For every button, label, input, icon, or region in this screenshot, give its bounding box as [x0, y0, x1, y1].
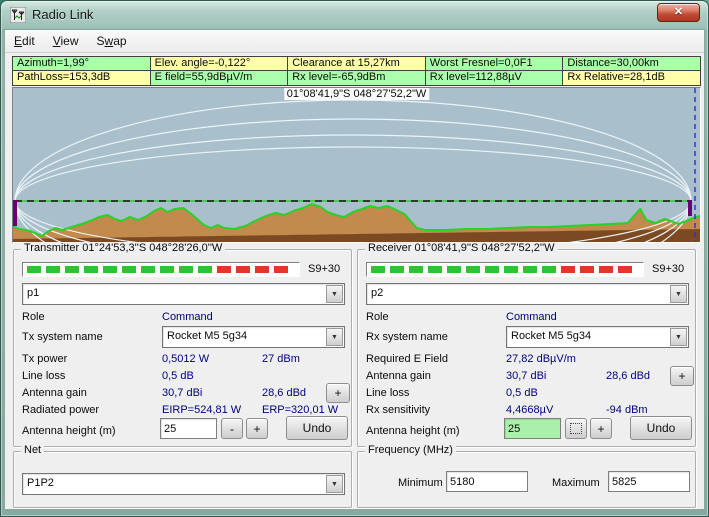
rx-unit-value: p2 — [371, 287, 383, 299]
terrain-profile-svg — [13, 88, 700, 242]
close-icon: ✕ — [674, 6, 683, 18]
tx-gain-dbd: 28,6 dBd — [262, 387, 306, 399]
tx-height-plus-button[interactable]: + — [246, 418, 268, 439]
rx-sensitivity-uv: 4,4668µV — [506, 404, 553, 416]
status-cell: Distance=30,00km — [563, 57, 700, 71]
status-strip: Azimuth=1,99°Elev. angle=-0,122°Clearanc… — [12, 56, 701, 86]
cursor-coordinates-label: 01°08'41,9"S 048°27'52,2"W — [284, 88, 429, 100]
tx-system-label: Tx system name — [22, 331, 103, 343]
rx-sensitivity-label: Rx sensitivity — [366, 404, 430, 416]
rx-lineloss-value: 0,5 dB — [506, 387, 538, 399]
chevron-down-icon[interactable]: ▼ — [326, 475, 343, 493]
tx-height-input[interactable] — [160, 418, 217, 439]
frequency-group: Frequency (MHz) Minimum Maximum — [357, 451, 696, 508]
rx-height-label: Antenna height (m) — [366, 425, 460, 437]
menu-item-view[interactable]: View — [44, 30, 88, 51]
client-area: EditViewSwap Azimuth=1,99°Elev. angle=-0… — [4, 29, 705, 510]
rx-gain-plus-button[interactable]: + — [670, 366, 694, 386]
frequency-min-input[interactable] — [446, 471, 528, 492]
status-cell: Worst Fresnel=0,0F1 — [426, 57, 564, 71]
rx-gain-dbi: 30,7 dBi — [506, 370, 546, 382]
rx-efield-label: Required E Field — [366, 353, 448, 365]
tx-gain-plus-button[interactable]: + — [326, 383, 350, 403]
radio-link-window: Radio Link ✕ EditViewSwap Azimuth=1,99°E… — [0, 0, 709, 517]
chevron-down-icon[interactable]: ▼ — [670, 285, 687, 303]
chevron-down-icon[interactable]: ▼ — [670, 328, 687, 346]
tx-smeter-label: S9+30 — [308, 263, 340, 275]
net-group-title: Net — [21, 444, 44, 456]
status-cell: Rx level=112,88µV — [426, 71, 564, 85]
tx-role-label: Role — [22, 311, 45, 323]
rx-height-minus-button[interactable] — [565, 418, 587, 439]
tx-system-value: Rocket M5 5g34 — [167, 330, 247, 342]
tx-erp-value: ERP=320,01 W — [262, 404, 338, 416]
rx-gain-dbd: 28,6 dBd — [606, 370, 650, 382]
chevron-down-icon[interactable]: ▼ — [326, 285, 343, 303]
frequency-group-title: Frequency (MHz) — [365, 444, 456, 456]
titlebar[interactable]: Radio Link ✕ — [1, 1, 708, 29]
rx-system-label: Rx system name — [366, 331, 448, 343]
tx-radiated-label: Radiated power — [22, 404, 99, 416]
rx-system-combo[interactable]: Rocket M5 5g34 ▼ — [506, 326, 689, 348]
tx-height-minus-button[interactable]: - — [221, 418, 243, 439]
rx-height-plus-button[interactable]: + — [590, 418, 612, 439]
net-value: P1P2 — [27, 477, 54, 489]
rx-role-label: Role — [366, 311, 389, 323]
status-cell: Rx level=-65,9dBm — [288, 71, 426, 85]
rx-height-input[interactable] — [504, 418, 561, 439]
tx-unit-combo[interactable]: p1 ▼ — [22, 283, 345, 305]
menu-bar: EditViewSwap — [5, 30, 704, 53]
menu-item-edit[interactable]: Edit — [5, 30, 44, 51]
window-title: Radio Link — [32, 7, 93, 22]
chevron-down-icon[interactable]: ▼ — [326, 328, 343, 346]
rx-system-value: Rocket M5 5g34 — [511, 330, 591, 342]
rx-gain-label: Antenna gain — [366, 370, 431, 382]
tx-role-value[interactable]: Command — [162, 311, 213, 323]
status-cell: PathLoss=153,3dB — [13, 71, 151, 85]
rx-undo-button[interactable]: Undo — [630, 416, 692, 440]
tx-gain-dbi: 30,7 dBi — [162, 387, 202, 399]
tx-lineloss-value: 0,5 dB — [162, 370, 194, 382]
frequency-max-label: Maximum — [552, 477, 600, 489]
tx-power-label: Tx power — [22, 353, 67, 365]
net-combo[interactable]: P1P2 ▼ — [22, 473, 345, 495]
profile-chart[interactable]: 01°08'41,9"S 048°27'52,2"W — [12, 87, 701, 243]
tx-signal-meter — [22, 262, 300, 277]
status-cell: Clearance at 15,27km — [288, 57, 426, 71]
tx-power-dbm: 27 dBm — [262, 353, 300, 365]
frequency-max-input[interactable] — [608, 471, 690, 492]
transmitter-group-title: Transmitter 01°24'53,3''S 048°28'26,0''W — [21, 242, 225, 254]
tx-system-combo[interactable]: Rocket M5 5g34 ▼ — [162, 326, 345, 348]
tx-lineloss-label: Line loss — [22, 370, 65, 382]
tx-gain-label: Antenna gain — [22, 387, 87, 399]
tx-height-label: Antenna height (m) — [22, 425, 116, 437]
tx-eirp-value: EIRP=524,81 W — [162, 404, 241, 416]
app-icon — [10, 7, 26, 23]
status-cell: Azimuth=1,99° — [13, 57, 151, 71]
status-cell: E field=55,9dBµV/m — [151, 71, 289, 85]
focus-rectangle — [570, 423, 582, 434]
tx-power-watts: 0,5012 W — [162, 353, 209, 365]
rx-lineloss-label: Line loss — [366, 387, 409, 399]
receiver-group-title: Receiver 01°08'41,9''S 048°27'52,2''W — [365, 242, 558, 254]
status-cell: Rx Relative=28,1dB — [563, 71, 700, 85]
rx-role-value[interactable]: Command — [506, 311, 557, 323]
rx-sensitivity-dbm: -94 dBm — [606, 404, 648, 416]
receiver-group: Receiver 01°08'41,9''S 048°27'52,2''W S9… — [357, 249, 696, 447]
tx-unit-value: p1 — [27, 287, 39, 299]
net-group: Net P1P2 ▼ — [13, 451, 352, 508]
close-button[interactable]: ✕ — [657, 3, 700, 22]
frequency-min-label: Minimum — [398, 477, 443, 489]
rx-signal-meter — [366, 262, 644, 277]
menu-item-swap[interactable]: Swap — [88, 30, 136, 51]
rx-smeter-label: S9+30 — [652, 263, 684, 275]
rx-efield-value: 27,82 dBµV/m — [506, 353, 576, 365]
transmitter-group: Transmitter 01°24'53,3''S 048°28'26,0''W… — [13, 249, 352, 447]
rx-unit-combo[interactable]: p2 ▼ — [366, 283, 689, 305]
tx-undo-button[interactable]: Undo — [286, 416, 348, 440]
status-cell: Elev. angle=-0,122° — [151, 57, 289, 71]
